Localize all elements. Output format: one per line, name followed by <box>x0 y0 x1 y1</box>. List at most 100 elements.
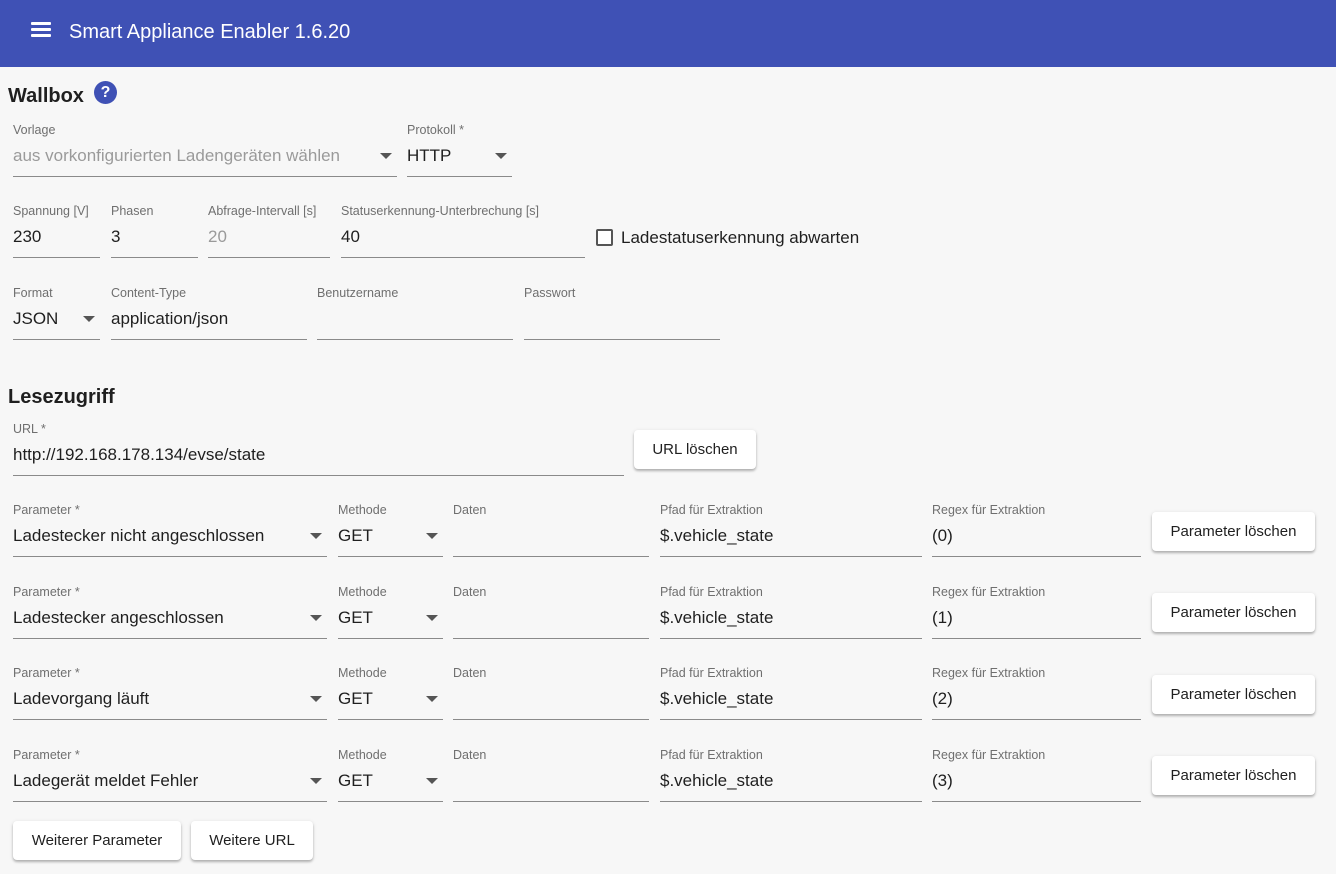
parameter-value: Ladevorgang läuft <box>13 689 150 708</box>
pfad-field[interactable]: Pfad für Extraktion $.vehicle_state <box>660 585 922 639</box>
abfrage-intervall-field[interactable]: Abfrage-Intervall [s] 20 <box>208 204 330 258</box>
benutzername-label: Benutzername <box>317 286 399 300</box>
daten-field[interactable]: Daten <box>453 503 649 557</box>
chevron-down-icon <box>310 533 322 539</box>
format-value: JSON <box>13 309 59 328</box>
parameter-delete-button[interactable]: Parameter löschen <box>1152 756 1315 795</box>
app-toolbar: Smart Appliance Enabler 1.6.20 <box>0 0 1336 67</box>
chevron-down-icon <box>310 778 322 784</box>
regex-value: (2) <box>932 689 953 708</box>
chevron-down-icon <box>426 696 438 702</box>
daten-field[interactable]: Daten <box>453 666 649 720</box>
regex-field[interactable]: Regex für Extraktion (0) <box>932 503 1141 557</box>
pfad-field[interactable]: Pfad für Extraktion $.vehicle_state <box>660 748 922 802</box>
menu-icon[interactable] <box>31 22 51 37</box>
pfad-label: Pfad für Extraktion <box>660 666 763 680</box>
spannung-field[interactable]: Spannung [V] 230 <box>13 204 100 258</box>
chevron-down-icon <box>495 153 507 159</box>
parameter-label: Parameter * <box>13 666 80 680</box>
parameter-delete-button[interactable]: Parameter löschen <box>1152 512 1315 551</box>
vorlage-label: Vorlage <box>13 123 56 137</box>
protokoll-value: HTTP <box>407 146 452 165</box>
abfrage-intervall-label: Abfrage-Intervall [s] <box>208 204 317 218</box>
parameter-select[interactable]: Parameter * Ladegerät meldet Fehler <box>13 748 327 802</box>
parameter-label: Parameter * <box>13 748 80 762</box>
daten-field[interactable]: Daten <box>453 748 649 802</box>
ladestatuserkennung-label: Ladestatuserkennung abwarten <box>621 228 860 247</box>
regex-field[interactable]: Regex für Extraktion (1) <box>932 585 1141 639</box>
phasen-field[interactable]: Phasen 3 <box>111 204 198 258</box>
content-type-value: application/json <box>111 309 229 328</box>
methode-value: GET <box>338 526 373 545</box>
passwort-field[interactable]: Passwort <box>524 286 720 340</box>
regex-label: Regex für Extraktion <box>932 585 1046 599</box>
url-value: http://192.168.178.134/evse/state <box>13 445 266 464</box>
parameter-select[interactable]: Parameter * Ladevorgang läuft <box>13 666 327 720</box>
url-delete-button[interactable]: URL löschen <box>634 430 756 469</box>
chevron-down-icon <box>426 533 438 539</box>
chevron-down-icon <box>380 153 392 159</box>
parameter-value: Ladestecker nicht angeschlossen <box>13 526 265 545</box>
regex-label: Regex für Extraktion <box>932 748 1046 762</box>
protokoll-label: Protokoll * <box>407 123 464 137</box>
statuserkennung-unterbrechung-label: Statuserkennung-Unterbrechung [s] <box>341 204 540 218</box>
methode-select[interactable]: Methode GET <box>338 748 443 802</box>
statuserkennung-unterbrechung-field[interactable]: Statuserkennung-Unterbrechung [s] 40 <box>341 204 585 258</box>
add-url-button[interactable]: Weitere URL <box>191 821 313 860</box>
methode-value: GET <box>338 689 373 708</box>
chevron-down-icon <box>83 316 95 322</box>
daten-label: Daten <box>453 748 487 762</box>
methode-value: GET <box>338 608 373 627</box>
vorlage-select[interactable]: Vorlage aus vorkonfigurierten Ladengerät… <box>13 123 397 177</box>
pfad-value: $.vehicle_state <box>660 771 774 790</box>
parameter-label: Parameter * <box>13 503 80 517</box>
methode-select[interactable]: Methode GET <box>338 585 443 639</box>
daten-field[interactable]: Daten <box>453 585 649 639</box>
protokoll-select[interactable]: Protokoll * HTTP <box>407 123 512 177</box>
passwort-label: Passwort <box>524 286 576 300</box>
checkbox-icon[interactable] <box>596 229 613 246</box>
methode-label: Methode <box>338 748 387 762</box>
spannung-label: Spannung [V] <box>13 204 89 218</box>
abfrage-intervall-value: 20 <box>208 227 227 246</box>
phasen-value: 3 <box>111 227 121 246</box>
pfad-label: Pfad für Extraktion <box>660 503 763 517</box>
pfad-field[interactable]: Pfad für Extraktion $.vehicle_state <box>660 666 922 720</box>
chevron-down-icon <box>426 778 438 784</box>
regex-field[interactable]: Regex für Extraktion (3) <box>932 748 1141 802</box>
pfad-field[interactable]: Pfad für Extraktion $.vehicle_state <box>660 503 922 557</box>
content-type-field[interactable]: Content-Type application/json <box>111 286 307 340</box>
parameter-delete-button[interactable]: Parameter löschen <box>1152 675 1315 714</box>
add-parameter-button[interactable]: Weiterer Parameter <box>13 821 181 860</box>
app-title: Smart Appliance Enabler 1.6.20 <box>69 21 351 43</box>
parameter-label: Parameter * <box>13 585 80 599</box>
format-select[interactable]: Format JSON <box>13 286 100 340</box>
url-field[interactable]: URL * http://192.168.178.134/evse/state <box>13 422 624 476</box>
lesezugriff-heading: Lesezugriff <box>8 386 115 408</box>
phasen-label: Phasen <box>111 204 154 218</box>
spannung-value: 230 <box>13 227 42 246</box>
pfad-label: Pfad für Extraktion <box>660 585 763 599</box>
chevron-down-icon <box>310 696 322 702</box>
methode-select[interactable]: Methode GET <box>338 666 443 720</box>
chevron-down-icon <box>310 615 322 621</box>
benutzername-field[interactable]: Benutzername <box>317 286 513 340</box>
statuserkennung-unterbrechung-value: 40 <box>341 227 360 246</box>
parameter-select[interactable]: Parameter * Ladestecker nicht angeschlos… <box>13 503 327 557</box>
methode-label: Methode <box>338 666 387 680</box>
url-label: URL * <box>13 422 46 436</box>
wallbox-heading: Wallbox <box>8 85 84 107</box>
methode-label: Methode <box>338 503 387 517</box>
regex-label: Regex für Extraktion <box>932 666 1046 680</box>
parameter-select[interactable]: Parameter * Ladestecker angeschlossen <box>13 585 327 639</box>
regex-value: (0) <box>932 526 953 545</box>
vorlage-value: aus vorkonfigurierten Ladengeräten wähle… <box>13 146 341 165</box>
parameter-delete-button[interactable]: Parameter löschen <box>1152 593 1315 632</box>
content-type-label: Content-Type <box>111 286 187 300</box>
parameter-value: Ladegerät meldet Fehler <box>13 771 199 790</box>
regex-field[interactable]: Regex für Extraktion (2) <box>932 666 1141 720</box>
pfad-label: Pfad für Extraktion <box>660 748 763 762</box>
help-icon[interactable]: ? <box>94 81 117 104</box>
methode-select[interactable]: Methode GET <box>338 503 443 557</box>
format-label: Format <box>13 286 53 300</box>
